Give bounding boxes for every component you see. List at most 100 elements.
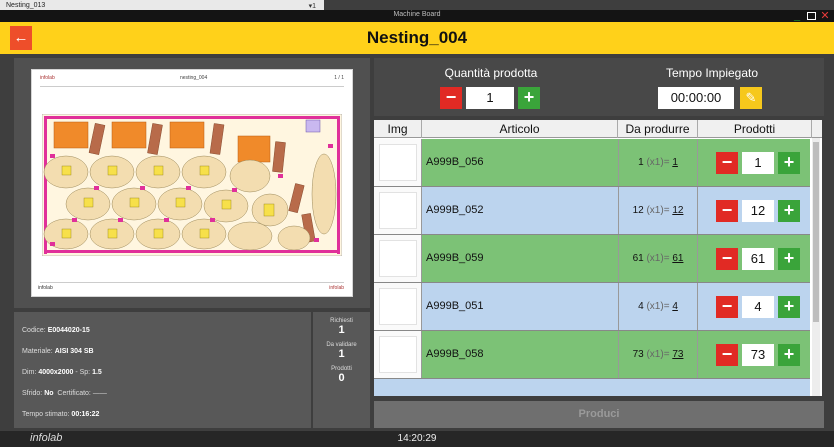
da-produrre-cell: 61 (x1)= 61 bbox=[618, 235, 698, 282]
machine-board-screen: Nesting_013 ▾1 Machine Board _ ✕ ← Nesti… bbox=[0, 0, 834, 447]
sheet-footer-brand: infolab bbox=[329, 285, 344, 291]
prodotti-decrement-button[interactable]: − bbox=[716, 344, 738, 366]
table-row[interactable]: A999B_058 73 (x1)= 73−73 + bbox=[374, 331, 810, 379]
background-window-title: Nesting_013 bbox=[6, 2, 46, 9]
sheet-page-number: 1 / 1 bbox=[334, 75, 344, 81]
da-produrre-total: 61 bbox=[672, 253, 684, 264]
da-produrre-multiplier: (x1)= bbox=[646, 301, 670, 312]
sheet-footer-logo: infolab bbox=[38, 285, 53, 291]
table-scrollbar[interactable] bbox=[812, 138, 820, 396]
sfrido-value: No bbox=[44, 390, 54, 397]
col-articolo[interactable]: Articolo bbox=[422, 120, 618, 138]
status-bar: infolab 14:20:29 bbox=[0, 431, 834, 447]
da-produrre-multiplier: (x1)= bbox=[646, 205, 670, 216]
prodotti-decrement-button[interactable]: − bbox=[716, 200, 738, 222]
prodotti-value: 0 bbox=[338, 372, 345, 384]
dimension-row: Dim: 4000x2000 - Sp: 1.5 bbox=[22, 369, 102, 376]
prodotti-decrement-button[interactable]: − bbox=[716, 152, 738, 174]
sheet-brand-logo: infolab bbox=[40, 75, 55, 81]
minimize-icon[interactable]: _ bbox=[790, 10, 804, 22]
nesting-sheet[interactable]: infolab nesting_004 1 / 1 infolab infola… bbox=[32, 70, 352, 296]
counts-panel: Richiesti 1 Da validare 1 Prodotti 0 bbox=[313, 312, 370, 428]
nesting-info-panel: Codice: E0044020-15 Materiale: AISI 304 … bbox=[14, 312, 311, 428]
table-scrollbar-thumb[interactable] bbox=[813, 142, 819, 322]
nesting-layout-drawing bbox=[42, 114, 342, 256]
table-row[interactable]: A999B_051 4 (x1)= 4−4 + bbox=[374, 283, 810, 331]
da-produrre-total: 4 bbox=[672, 301, 678, 312]
tempo-impiegato-label: Tempo Impiegato bbox=[665, 66, 759, 80]
da-produrre-total: 1 bbox=[672, 157, 678, 168]
col-img[interactable]: Img bbox=[374, 120, 422, 138]
prodotti-field[interactable]: 4 bbox=[742, 296, 774, 318]
da-produrre-multiplier: (x1)= bbox=[646, 349, 670, 360]
prodotti-increment-button[interactable]: + bbox=[778, 296, 800, 318]
background-window-counter: ▾1 bbox=[308, 3, 316, 10]
da-produrre-qty: 4 bbox=[638, 301, 644, 312]
certificato-value: —— bbox=[92, 390, 107, 397]
table-row[interactable]: A999B_056 1 (x1)= 1−1 + bbox=[374, 139, 810, 187]
edit-time-button[interactable]: ✎ bbox=[740, 87, 762, 109]
codice-value: E0044020-15 bbox=[47, 327, 90, 334]
page-header: ← Nesting_004 bbox=[0, 22, 834, 54]
articolo-cell: A999B_056 bbox=[426, 156, 484, 168]
tempo-impiegato-field[interactable]: 00:00:00 bbox=[658, 87, 734, 109]
production-controls: Quantità prodotta − 1 + Tempo Impiegato … bbox=[374, 58, 824, 116]
part-thumbnail[interactable] bbox=[374, 187, 422, 234]
da-produrre-cell: 4 (x1)= 4 bbox=[618, 283, 698, 330]
materiale-value: AISI 304 SB bbox=[54, 348, 94, 355]
quantita-decrement-button[interactable]: − bbox=[440, 87, 462, 109]
part-thumbnail[interactable] bbox=[374, 235, 422, 282]
prodotti-increment-button[interactable]: + bbox=[778, 152, 800, 174]
table-row-partial[interactable] bbox=[374, 379, 810, 396]
title-bar: Machine Board _ ✕ bbox=[0, 10, 834, 22]
prodotti-increment-button[interactable]: + bbox=[778, 200, 800, 222]
prodotti-field[interactable]: 12 bbox=[742, 200, 774, 222]
maximize-icon[interactable] bbox=[804, 10, 818, 22]
prodotti-stepper: −73 + bbox=[716, 344, 808, 366]
sp-value: 1.5 bbox=[92, 369, 102, 376]
table-row[interactable]: A999B_059 61 (x1)= 61−61 + bbox=[374, 235, 810, 283]
part-thumbnail[interactable] bbox=[374, 283, 422, 330]
window-title: Machine Board bbox=[393, 11, 441, 18]
sheet-title: nesting_004 bbox=[180, 75, 208, 81]
da-validare-value: 1 bbox=[338, 348, 345, 360]
pencil-icon: ✎ bbox=[745, 90, 757, 105]
prodotti-increment-button[interactable]: + bbox=[778, 248, 800, 270]
part-thumbnail[interactable] bbox=[374, 139, 422, 186]
da-produrre-total: 73 bbox=[672, 349, 684, 360]
close-icon[interactable]: ✕ bbox=[818, 10, 832, 22]
da-produrre-cell: 73 (x1)= 73 bbox=[618, 331, 698, 378]
prodotti-stepper: −4 + bbox=[716, 296, 808, 318]
quantita-prodotta-field[interactable]: 1 bbox=[466, 87, 514, 109]
da-produrre-multiplier: (x1)= bbox=[646, 157, 670, 168]
da-produrre-qty: 61 bbox=[632, 253, 644, 264]
prodotti-increment-button[interactable]: + bbox=[778, 344, 800, 366]
prodotti-field[interactable]: 61 bbox=[742, 248, 774, 270]
quantita-increment-button[interactable]: + bbox=[518, 87, 540, 109]
prodotti-field[interactable]: 73 bbox=[742, 344, 774, 366]
part-image bbox=[379, 288, 417, 325]
sfrido-row: Sfrido: No Certificato: —— bbox=[22, 390, 107, 397]
da-produrre-cell: 1 (x1)= 1 bbox=[618, 139, 698, 186]
materiale-row: Materiale: AISI 304 SB bbox=[22, 348, 94, 355]
part-image bbox=[379, 240, 417, 277]
tempo-stimato-row: Tempo stimato: 00:16:22 bbox=[22, 411, 100, 418]
sheet-footer-divider bbox=[40, 282, 344, 283]
produci-button[interactable]: Produci bbox=[374, 401, 824, 428]
articolo-cell: A999B_051 bbox=[426, 300, 484, 312]
da-produrre-cell: 12 (x1)= 12 bbox=[618, 187, 698, 234]
col-da-produrre[interactable]: Da produrre bbox=[618, 120, 698, 138]
part-thumbnail[interactable] bbox=[374, 331, 422, 378]
table-row[interactable]: A999B_052 12 (x1)= 12−12 + bbox=[374, 187, 810, 235]
col-prodotti[interactable]: Prodotti bbox=[698, 120, 812, 138]
prodotti-stepper: −12 + bbox=[716, 200, 808, 222]
prodotti-field[interactable]: 1 bbox=[742, 152, 774, 174]
clock: 14:20:29 bbox=[397, 433, 437, 444]
articolo-cell: A999B_052 bbox=[426, 204, 484, 216]
part-image bbox=[379, 336, 417, 373]
prodotti-decrement-button[interactable]: − bbox=[716, 248, 738, 270]
prodotti-decrement-button[interactable]: − bbox=[716, 296, 738, 318]
sheet-header-divider bbox=[40, 86, 344, 87]
prodotti-stepper: −1 + bbox=[716, 152, 808, 174]
codice-row: Codice: E0044020-15 bbox=[22, 327, 90, 334]
